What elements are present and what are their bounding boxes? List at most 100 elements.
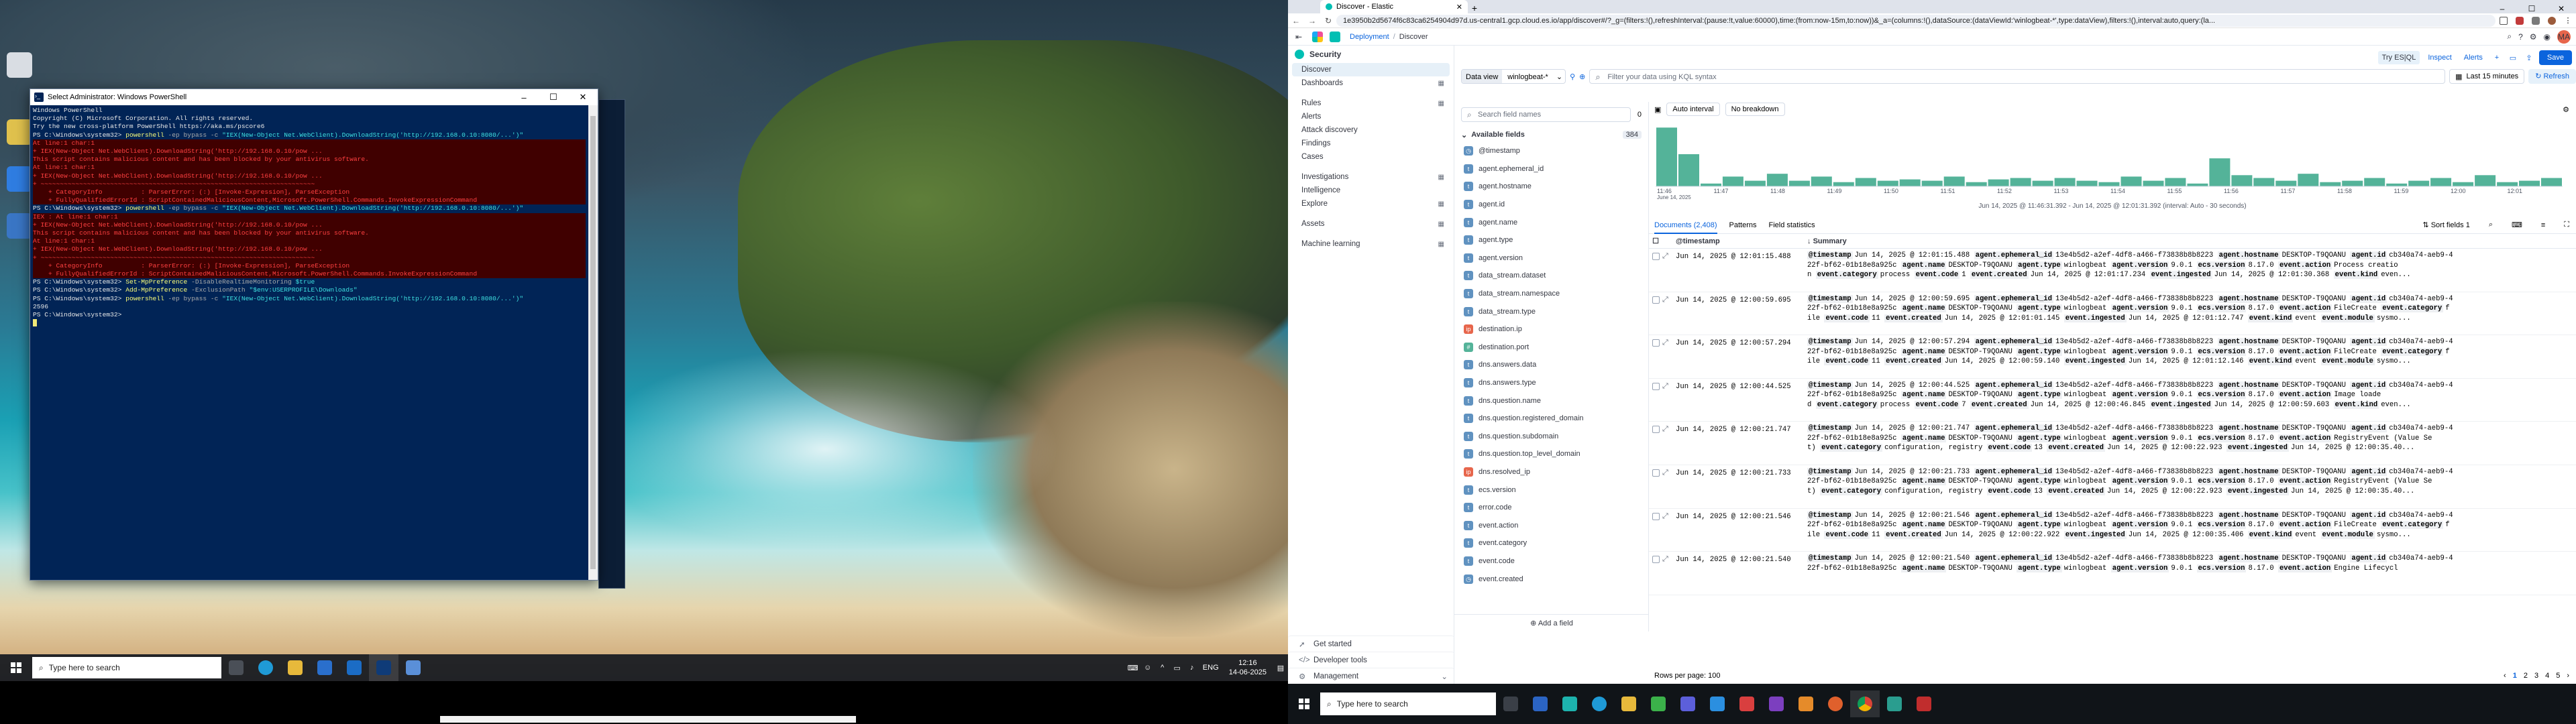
keyboard-shortcuts-icon[interactable]: ⌨ <box>2512 221 2522 229</box>
scrollbar-thumb[interactable] <box>590 116 596 569</box>
page-link[interactable]: 1 <box>2513 672 2517 680</box>
kql-search-input[interactable]: Filter your data using KQL syntax <box>1589 69 2446 84</box>
sidebar-item-alerts[interactable]: Alerts <box>1292 110 1450 123</box>
histogram-bar[interactable] <box>2475 175 2496 186</box>
grid-settings-icon[interactable]: ≡ <box>2541 221 2545 229</box>
field-list-item[interactable]: t dns.question.name <box>1454 391 1648 410</box>
table-row[interactable]: ⤢ Jun 14, 2025 @ 12:00:21.546 @timestamp Ju… <box>1649 509 2576 552</box>
field-list-item[interactable]: t agent.name <box>1454 213 1648 231</box>
table-row[interactable]: ⤢ Jun 14, 2025 @ 12:01:15.488 @timestamp Ju… <box>1649 249 2576 292</box>
app-taskbar-icon[interactable] <box>1732 690 1762 717</box>
expand-row-icon[interactable]: ⤢ <box>1662 509 1673 552</box>
maximize-button[interactable]: ☐ <box>539 92 568 103</box>
refresh-button[interactable]: ↻ Refresh <box>2528 69 2576 84</box>
sidebar-item-cases[interactable]: Cases <box>1292 150 1450 164</box>
add-filter-icon[interactable]: ⊕ <box>1579 72 1585 81</box>
settings-icon[interactable]: ⚙ <box>2530 32 2537 42</box>
tab-patterns[interactable]: Patterns <box>1729 221 1757 229</box>
interval-select[interactable]: Auto interval <box>1666 103 1720 116</box>
prev-page-icon[interactable]: ‹ <box>2504 672 2506 680</box>
data-view-picker[interactable]: Data view winlogbeat-* ⌄ <box>1461 69 1566 84</box>
field-search-input[interactable]: Search field names <box>1461 107 1631 122</box>
network-icon[interactable]: ▭ <box>1170 664 1185 672</box>
field-list-item[interactable]: t data_stream.namespace <box>1454 285 1648 303</box>
available-fields-header[interactable]: ⌄ Available fields 384 <box>1454 127 1648 142</box>
field-list-item[interactable]: # destination.port <box>1454 339 1648 357</box>
sort-fields-button[interactable]: ⇅ Sort fields 1 <box>2422 221 2469 229</box>
histogram-bar[interactable] <box>2032 180 2053 186</box>
new-tab-button[interactable]: + <box>1468 3 1481 13</box>
expand-row-icon[interactable]: ⤢ <box>1662 379 1673 422</box>
histogram-bar[interactable] <box>1988 179 2009 186</box>
address-bar[interactable]: 1e3950b2d5674f6c83ca6254904d97d.us-centr… <box>1336 14 2496 27</box>
firefox-icon[interactable] <box>1821 690 1850 717</box>
histogram-bar[interactable] <box>2298 174 2319 186</box>
app-taskbar-icon[interactable] <box>1880 690 1909 717</box>
sidebar-item-attack-discovery[interactable]: Attack discovery <box>1292 123 1450 137</box>
histogram-bar[interactable] <box>2054 178 2076 187</box>
histogram-bar[interactable] <box>1722 176 1743 186</box>
expand-row-icon[interactable]: ⤢ <box>1662 292 1673 335</box>
powershell-taskbar-icon[interactable] <box>369 654 398 681</box>
notification-icon[interactable]: ▤ <box>1273 664 1288 672</box>
sidebar-item-explore[interactable]: Explore ▦ <box>1292 197 1450 210</box>
profile-icon[interactable] <box>2544 15 2560 27</box>
field-list-item[interactable]: t agent.version <box>1454 249 1648 267</box>
minimize-button[interactable]: – <box>509 93 539 103</box>
app-grid-icon[interactable]: ▦ <box>1438 221 1444 228</box>
alerts-button[interactable]: Alerts <box>2460 54 2487 62</box>
histogram-chart[interactable]: 11:46 11:47 11:48 11:49 11:50 11:51 11:52 11:53… <box>1656 119 2569 200</box>
extension-icon[interactable] <box>2512 15 2528 27</box>
select-all-checkbox[interactable]: ☐ <box>1649 237 1662 245</box>
file-explorer-icon[interactable] <box>1614 690 1644 717</box>
histogram-bar[interactable] <box>2209 158 2231 186</box>
page-link[interactable]: 5 <box>2556 672 2560 680</box>
breakdown-select[interactable]: No breakdown <box>1725 103 1785 116</box>
histogram-bar[interactable] <box>2076 180 2098 186</box>
field-list-item[interactable]: ◷ @timestamp <box>1454 142 1648 160</box>
keyboard-icon[interactable]: ⌨ <box>1126 664 1140 672</box>
histogram-bar[interactable] <box>1701 183 1721 186</box>
expand-row-icon[interactable]: ⤢ <box>1662 422 1673 465</box>
try-esql-button[interactable]: Try ES|QL <box>2377 51 2420 64</box>
row-checkbox[interactable] <box>1649 509 1662 552</box>
sidebar-item-machine-learning[interactable]: Machine learning ▦ <box>1292 237 1450 251</box>
browser-maximize-button[interactable]: ☐ <box>2517 4 2546 13</box>
histogram-bar[interactable] <box>2253 178 2275 187</box>
field-list-item[interactable]: t event.action <box>1454 516 1648 534</box>
expand-row-icon[interactable]: ⤢ <box>1662 249 1673 292</box>
tab-documents[interactable]: Documents (2,408) <box>1654 217 1717 234</box>
field-list-item[interactable]: t agent.ephemeral_id <box>1454 160 1648 178</box>
expand-row-icon[interactable]: ⤢ <box>1662 335 1673 378</box>
app-taskbar-icon[interactable] <box>1791 690 1821 717</box>
desktop-shortcut-icon[interactable] <box>7 213 32 239</box>
close-button[interactable]: ✕ <box>568 92 598 103</box>
histogram-bar[interactable] <box>1744 180 1766 186</box>
table-row[interactable]: ⤢ Jun 14, 2025 @ 12:00:44.525 @timestamp Ju… <box>1649 379 2576 422</box>
sidebar-item-investigations[interactable]: Investigations ▦ <box>1292 170 1450 184</box>
powershell-window[interactable]: Select Administrator: Windows PowerShell… <box>30 88 598 581</box>
field-list-item[interactable]: ip dns.resolved_ip <box>1454 463 1648 481</box>
save-button[interactable]: Save <box>2538 50 2572 65</box>
histogram-bar[interactable] <box>1943 176 1965 186</box>
chevron-up-icon[interactable]: ^ <box>1155 664 1170 672</box>
task-view-icon[interactable] <box>221 654 251 681</box>
search-icon[interactable]: ⌕ <box>2507 32 2512 42</box>
histogram-bar[interactable] <box>2143 180 2164 186</box>
time-picker[interactable]: ▦ Last 15 minutes <box>2449 69 2525 84</box>
sidebar-item-assets[interactable]: Assets ▦ <box>1292 217 1450 231</box>
start-button[interactable] <box>0 654 32 681</box>
volume-icon[interactable]: ♪ <box>1185 664 1199 672</box>
app-taskbar-icon[interactable] <box>1525 690 1555 717</box>
field-list-item[interactable]: t dns.question.top_level_domain <box>1454 445 1648 463</box>
powershell-titlebar[interactable]: Select Administrator: Windows PowerShell… <box>30 89 598 105</box>
histogram-bar[interactable] <box>2320 182 2341 186</box>
grid-search-icon[interactable]: ⌕ <box>2489 221 2493 229</box>
edge-icon[interactable] <box>1585 690 1614 717</box>
fullscreen-icon[interactable]: ⛶ <box>2564 221 2569 229</box>
desktop-app-icon[interactable] <box>7 166 32 192</box>
histogram-bar[interactable] <box>2497 182 2518 186</box>
column-timestamp[interactable]: @timestamp <box>1673 237 1807 245</box>
share-icon[interactable]: ⇪ <box>2523 54 2535 62</box>
desktop-folder-icon[interactable] <box>7 119 32 145</box>
